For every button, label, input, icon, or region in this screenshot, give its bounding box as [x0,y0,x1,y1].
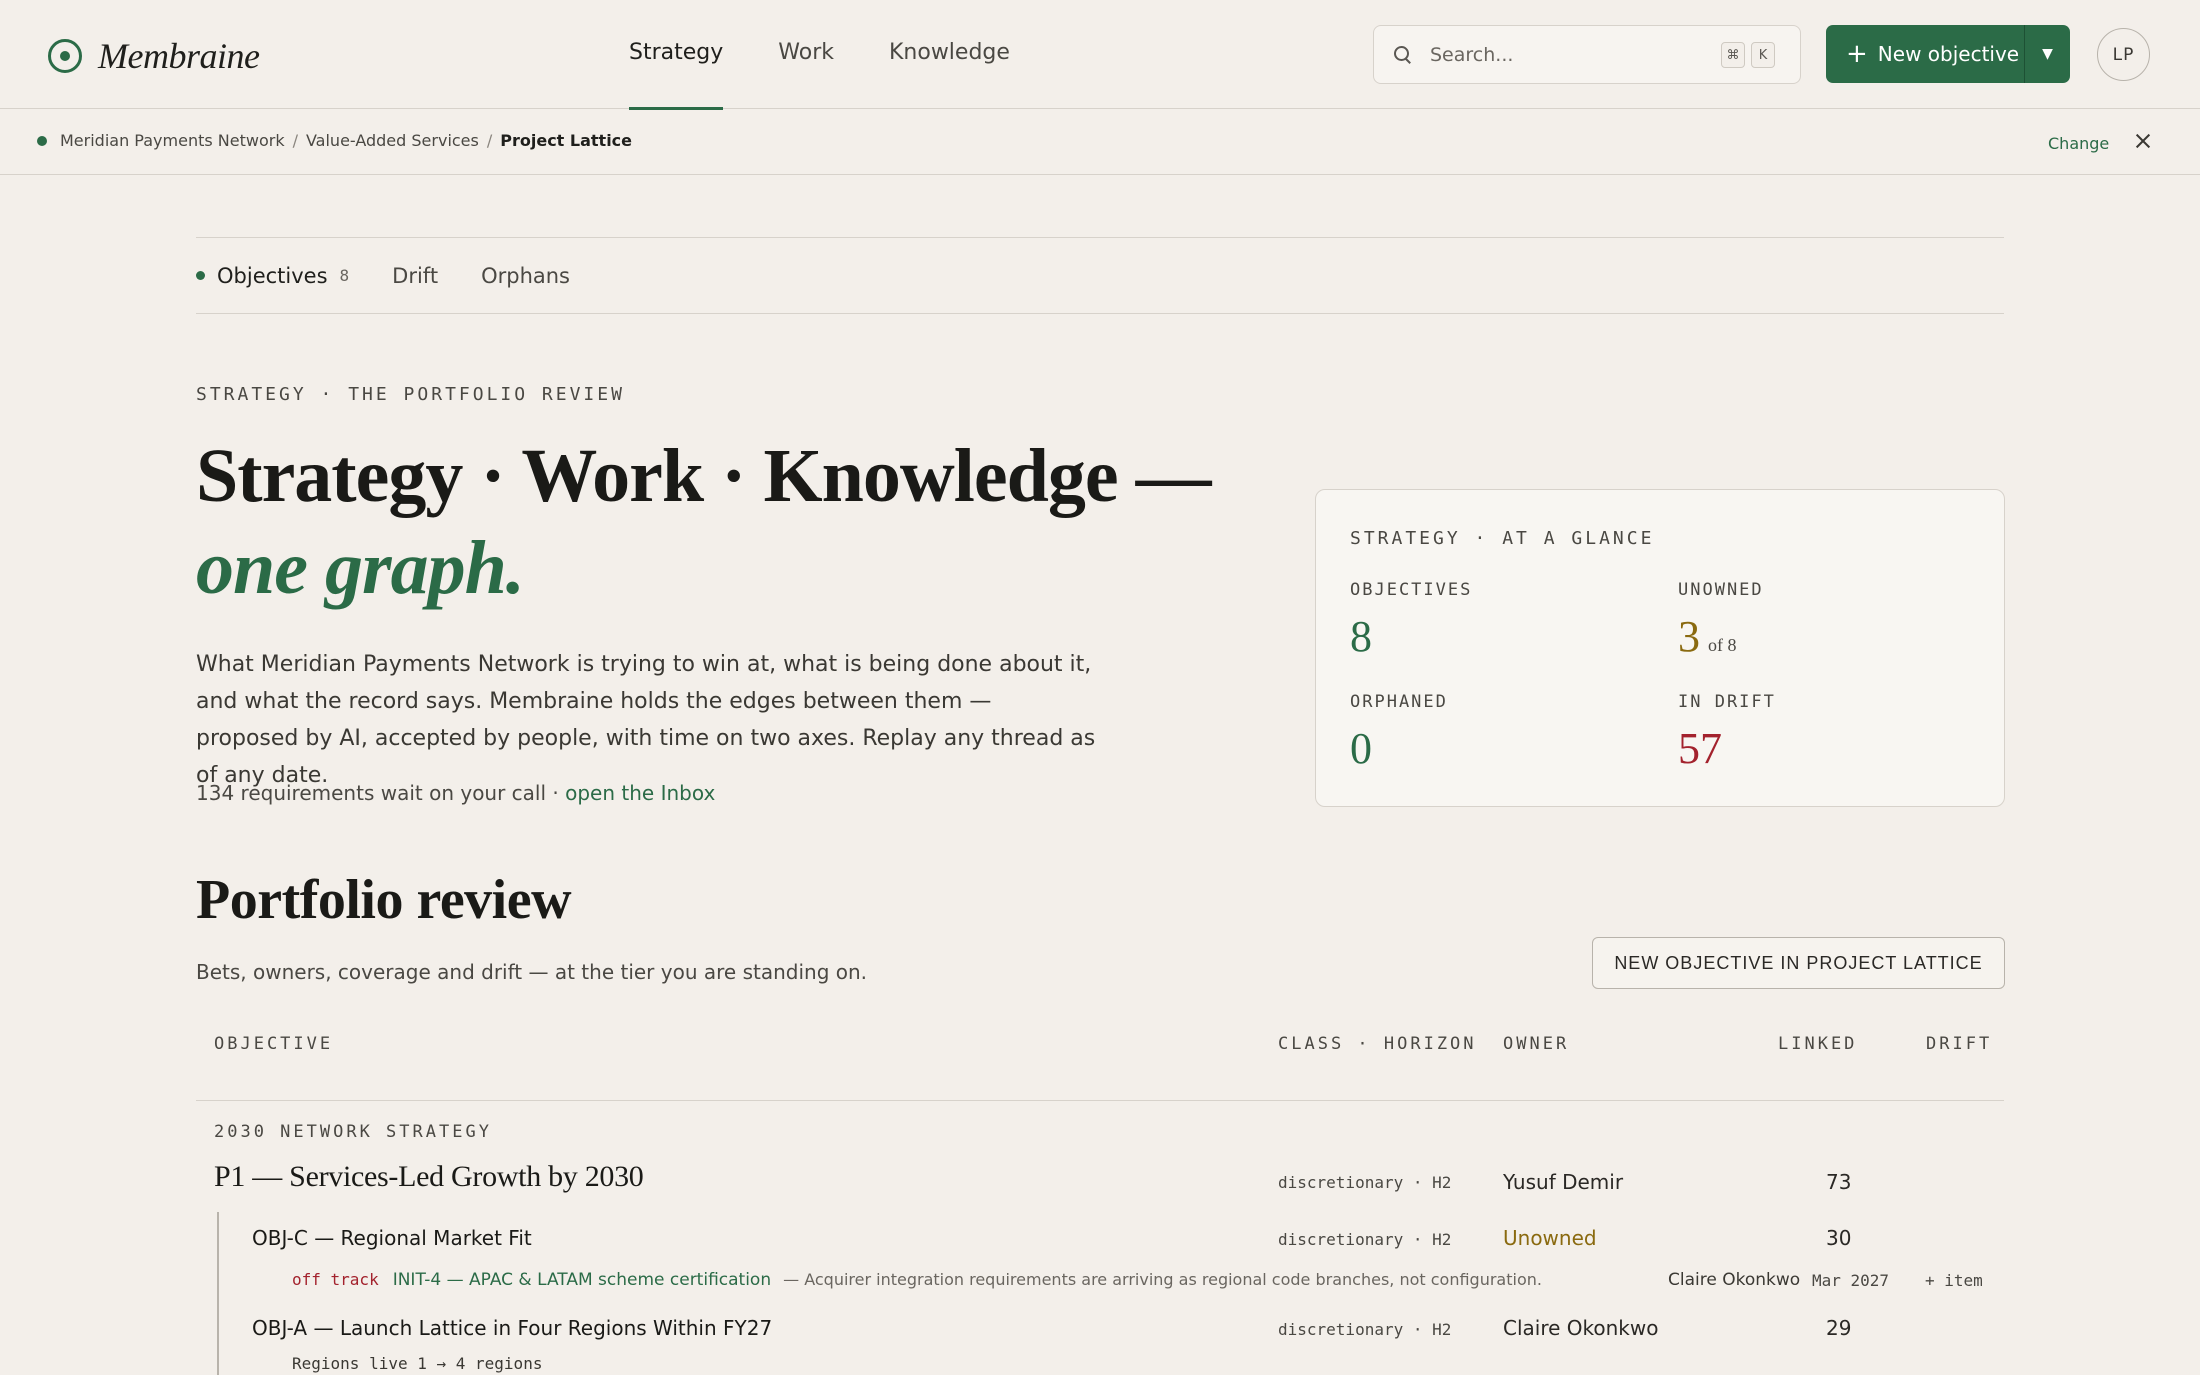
stat-in-drift[interactable]: IN DRIFT 57 [1678,692,1776,774]
new-objective-button[interactable]: + New objective [1826,25,2024,83]
portfolio-subtitle: Bets, owners, coverage and drift — at th… [196,960,868,984]
initiative-link[interactable]: INIT-4 — APAC & LATAM scheme certificati… [393,1270,771,1290]
add-item-button[interactable]: + item [1925,1271,1983,1290]
page-eyebrow: STRATEGY · THE PORTFOLIO REVIEW [196,384,625,405]
stat-label: OBJECTIVES [1350,580,1473,600]
strategy-subtabs: Objectives 8 Drift Orphans [196,237,2004,314]
stat-label: IN DRIFT [1678,692,1776,712]
column-header-owner[interactable]: OWNER [1503,1034,1569,1054]
objective-title[interactable]: OBJ-C — Regional Market Fit [252,1226,532,1250]
breadcrumb-project: Project Lattice [500,131,633,150]
main-nav: Strategy Work Knowledge [629,0,1065,110]
breadcrumb-separator: / [486,131,493,150]
glance-title: STRATEGY · AT A GLANCE [1350,528,1655,549]
objective-owner[interactable]: Yusuf Demir [1503,1170,1623,1194]
objective-title[interactable]: OBJ-A — Launch Lattice in Four Regions W… [252,1316,772,1340]
column-header-class-horizon[interactable]: CLASS · HORIZON [1278,1034,1477,1054]
page-intro: What Meridian Payments Network is trying… [196,652,1096,788]
context-dot-icon [37,135,47,146]
stat-value: 0 [1350,724,1372,773]
logo-icon [48,39,82,73]
breadcrumb-separator: / [292,131,298,150]
nav-strategy[interactable]: Strategy [629,0,724,110]
breadcrumb-org[interactable]: Meridian Payments Network [60,131,285,150]
change-context-link[interactable]: Change [2048,134,2109,153]
objective-linked-count: 73 [1826,1170,1852,1194]
breadcrumb-area[interactable]: Value-Added Services [306,131,479,150]
close-icon[interactable] [2133,131,2153,151]
user-avatar[interactable]: LP [2097,28,2150,81]
search-icon [1394,45,1412,64]
top-bar: Membraine Strategy Work Knowledge ⌘ K + … [0,0,2200,110]
initiative-note: — Acquirer integration requirements are … [783,1270,1542,1289]
table-header-divider [196,1100,2004,1101]
table-group-label: 2030 NETWORK STRATEGY [214,1122,492,1142]
column-header-objective[interactable]: OBJECTIVE [214,1034,333,1054]
tab-drift[interactable]: Drift [392,264,438,288]
breadcrumb: Meridian Payments Network / Value-Added … [37,131,632,150]
new-objective-menu-button[interactable]: ▼ [2024,25,2070,83]
stat-label: ORPHANED [1350,692,1448,712]
k-key-hint: K [1751,42,1775,68]
tree-connector [217,1212,219,1375]
nav-work[interactable]: Work [778,0,834,109]
stat-objectives[interactable]: OBJECTIVES 8 [1350,580,1472,662]
tab-orphans[interactable]: Orphans [481,264,570,288]
tab-objectives-label: Objectives [217,263,328,288]
search-box[interactable]: ⌘ K [1373,25,1801,84]
objective-class-horizon: discretionary · H2 [1278,1230,1452,1249]
command-key-hint: ⌘ [1721,42,1745,68]
search-input[interactable] [1430,43,1710,66]
new-objective-in-project-button[interactable]: NEW OBJECTIVE IN PROJECT LATTICE [1592,937,2005,989]
context-bar: Meridian Payments Network / Value-Added … [0,109,2200,175]
tab-objectives-count: 8 [339,266,350,285]
objective-title[interactable]: P1 — Services-Led Growth by 2030 [214,1160,644,1194]
inbox-notice: 134 requirements wait on your call · ope… [196,781,715,805]
initiative-row: off track INIT-4 — APAC & LATAM scheme c… [292,1270,1542,1290]
column-header-linked[interactable]: LINKED [1778,1034,1857,1054]
objective-owner[interactable]: Unowned [1503,1226,1597,1250]
app-logo[interactable]: Membraine [48,35,260,77]
chevron-down-icon: ▼ [2042,46,2053,62]
portfolio-title: Portfolio review [196,869,572,931]
objective-metric: Regions live 1 → 4 regions [292,1354,543,1373]
initiative-owner[interactable]: Claire Okonkwo [1668,1270,1800,1290]
stat-unowned[interactable]: UNOWNED 3 of 8 [1678,580,1764,670]
stat-value: 8 [1350,612,1372,661]
initiative-status-badge: off track [292,1270,379,1289]
new-objective-split-button: + New objective ▼ [1826,25,2070,83]
new-objective-label: New objective [1877,42,2020,66]
stat-value-row: 3 of 8 [1678,612,1764,670]
initiative-date: Mar 2027 [1812,1271,1890,1290]
active-tab-dot [196,271,205,280]
nav-knowledge[interactable]: Knowledge [889,0,1010,109]
objective-class-horizon: discretionary · H2 [1278,1320,1452,1339]
objective-owner[interactable]: Claire Okonkwo [1503,1316,1658,1340]
stat-value: 3 [1678,612,1700,661]
objective-linked-count: 30 [1826,1226,1852,1250]
stat-of-total: of 8 [1708,635,1737,655]
app-name: Membraine [98,36,260,76]
page-title-main: Strategy · Work · Knowledge — [196,434,1212,518]
stat-label: UNOWNED [1678,580,1764,600]
tab-objectives[interactable]: Objectives 8 [196,264,349,288]
inbox-notice-text: 134 requirements wait on your call · [196,781,566,805]
stat-orphaned[interactable]: ORPHANED 0 [1350,692,1448,774]
plus-icon: + [1846,39,1868,69]
column-header-drift[interactable]: DRIFT [1926,1034,1992,1054]
strategy-glance-card: STRATEGY · AT A GLANCE OBJECTIVES 8 UNOW… [1315,489,2005,807]
objective-class-horizon: discretionary · H2 [1278,1173,1452,1192]
page-title: Strategy · Work · Knowledge — one graph. [196,430,1276,614]
objective-linked-count: 29 [1826,1316,1852,1340]
open-inbox-link[interactable]: open the Inbox [565,781,715,805]
stat-value: 57 [1678,724,1722,773]
page-title-emphasis: one graph. [196,526,525,610]
